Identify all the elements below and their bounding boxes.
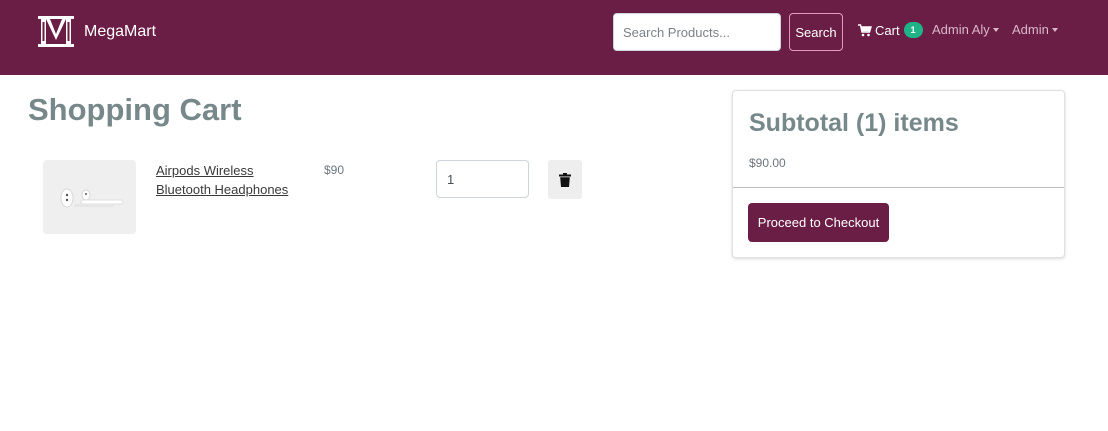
product-name-link[interactable]: Airpods Wireless Bluetooth Headphones <box>156 161 306 199</box>
user-menu-dropdown[interactable]: Admin Aly <box>932 22 999 37</box>
search-input[interactable] <box>613 13 781 51</box>
chevron-down-icon <box>992 27 999 32</box>
cart-item-row: Airpods Wireless Bluetooth Headphones $9… <box>43 160 603 234</box>
order-summary-card: Subtotal (1) items $90.00 Proceed to Che… <box>732 90 1065 258</box>
proceed-to-checkout-button[interactable]: Proceed to Checkout <box>748 203 889 242</box>
delete-item-button[interactable] <box>548 160 582 199</box>
product-image <box>43 160 136 234</box>
admin-menu-dropdown[interactable]: Admin <box>1012 22 1058 37</box>
admin-menu-label: Admin <box>1012 22 1049 37</box>
user-menu-label: Admin Aly <box>932 22 990 37</box>
trash-icon <box>559 172 571 187</box>
cart-label: Cart <box>875 22 900 38</box>
chevron-down-icon <box>1051 27 1058 32</box>
page-title: Shopping Cart <box>28 92 242 127</box>
quantity-input[interactable] <box>436 160 529 198</box>
cart-icon <box>858 23 872 36</box>
navbar: MegaMart Search Cart 1 Admin Aly Admin <box>0 0 1108 75</box>
logo-icon <box>38 16 74 47</box>
airpods-image <box>43 160 136 234</box>
subtotal-amount: $90.00 <box>749 156 786 170</box>
brand-name[interactable]: MegaMart <box>84 23 156 41</box>
nav-cart-link[interactable]: Cart 1 <box>858 22 923 38</box>
subtotal-title: Subtotal (1) items <box>749 109 959 137</box>
brand-link[interactable]: MegaMart <box>38 16 156 47</box>
search-button[interactable]: Search <box>789 13 843 51</box>
divider <box>733 187 1064 188</box>
product-price: $90 <box>324 163 345 177</box>
cart-count-badge: 1 <box>903 22 923 38</box>
